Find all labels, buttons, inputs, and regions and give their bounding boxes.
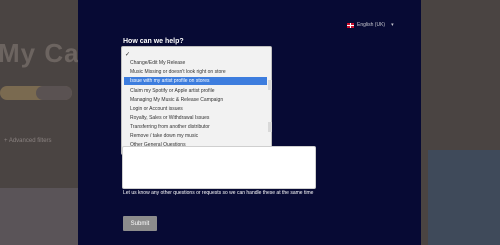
dropdown-option[interactable]: Transferring from another distributor <box>124 123 267 131</box>
help-topic-dropdown[interactable]: ✓ Change/Edit My Release Music Missing o… <box>121 46 272 155</box>
hidden-form-field[interactable] <box>268 80 272 90</box>
submit-button[interactable]: Submit <box>123 216 157 231</box>
dropdown-option[interactable]: Claim my Spotify or Apple artist profile <box>124 87 267 95</box>
dropdown-option[interactable]: Login or Account issues <box>124 105 267 113</box>
helper-text: Let us know any other questions or reque… <box>123 190 314 196</box>
hidden-form-field[interactable] <box>268 122 272 132</box>
message-textarea[interactable] <box>122 146 316 189</box>
chevron-down-icon: ▾ <box>391 22 394 28</box>
dropdown-option[interactable]: Music Missing or doesn't look right on s… <box>124 68 267 76</box>
language-selector[interactable]: English (UK) ▾ <box>347 22 394 28</box>
background-advanced-filters: + Advanced filters <box>4 138 52 144</box>
language-label: English (UK) <box>357 22 386 28</box>
background-card-right <box>428 150 500 245</box>
background-page-title: My Ca <box>0 38 80 68</box>
uk-flag-icon <box>347 22 354 28</box>
dropdown-option[interactable]: Remove / take down my music <box>124 132 267 140</box>
help-topic-label: How can we help? <box>123 38 184 45</box>
background-pill-secondary <box>36 86 72 100</box>
dropdown-option[interactable]: Change/Edit My Release <box>124 59 267 67</box>
dropdown-option[interactable]: Royalty, Sales or Withdrawal Issues <box>124 114 267 122</box>
background-card-left <box>0 188 80 245</box>
dropdown-option[interactable]: Managing My Music & Release Campaign <box>124 96 267 104</box>
dropdown-option-selected[interactable]: Issue with my artist profile on stores <box>124 77 267 85</box>
checkmark-icon: ✓ <box>125 52 131 58</box>
